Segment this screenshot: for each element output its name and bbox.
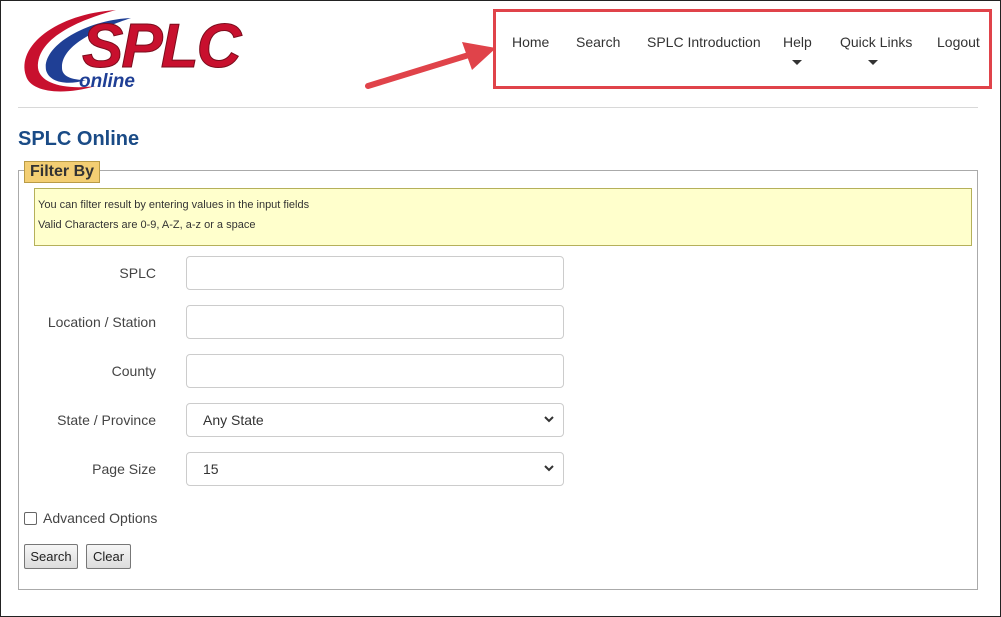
chevron-down-icon xyxy=(544,465,554,472)
state-province-value: Any State xyxy=(203,412,264,428)
nav-help[interactable]: Help xyxy=(783,34,812,50)
nav-quick-links[interactable]: Quick Links xyxy=(840,34,912,50)
filter-legend: Filter By xyxy=(24,161,101,183)
location-station-input[interactable] xyxy=(186,305,564,339)
clear-button[interactable]: Clear xyxy=(86,544,131,569)
page-size-select[interactable]: 15 xyxy=(186,452,564,486)
splc-input[interactable] xyxy=(186,256,564,290)
nav-logout[interactable]: Logout xyxy=(937,34,980,50)
state-province-select[interactable]: Any State xyxy=(186,403,564,437)
splc-label: SPLC xyxy=(119,265,156,281)
info-line-1: You can filter result by entering values… xyxy=(38,199,310,211)
chevron-down-icon xyxy=(544,416,554,423)
logo-main-text: SPLC xyxy=(81,12,241,81)
info-line-2: Valid Characters are 0-9, A-Z, a-z or a … xyxy=(38,219,256,231)
header-divider xyxy=(18,107,978,108)
help-caret-icon xyxy=(792,60,802,65)
nav-search[interactable]: Search xyxy=(576,34,620,50)
county-input[interactable] xyxy=(186,354,564,388)
advanced-options-checkbox[interactable] xyxy=(24,512,37,525)
county-label: County xyxy=(111,363,156,379)
logo-sub-text: online xyxy=(79,71,135,92)
state-province-label: State / Province xyxy=(57,412,156,428)
page-title: SPLC Online xyxy=(18,128,140,150)
splc-online-logo[interactable]: SPLC online xyxy=(16,6,242,98)
filter-info-box: You can filter result by entering values… xyxy=(34,188,972,246)
nav-splc-introduction[interactable]: SPLC Introduction xyxy=(647,34,761,50)
annotation-arrow-icon xyxy=(365,42,496,89)
page-size-value: 15 xyxy=(203,461,219,477)
quick-links-caret-icon xyxy=(868,60,878,65)
nav-home[interactable]: Home xyxy=(512,34,549,50)
location-station-label: Location / Station xyxy=(47,314,156,330)
search-button[interactable]: Search xyxy=(24,544,78,569)
page-size-label: Page Size xyxy=(92,461,156,477)
advanced-options-label[interactable]: Advanced Options xyxy=(43,510,157,526)
